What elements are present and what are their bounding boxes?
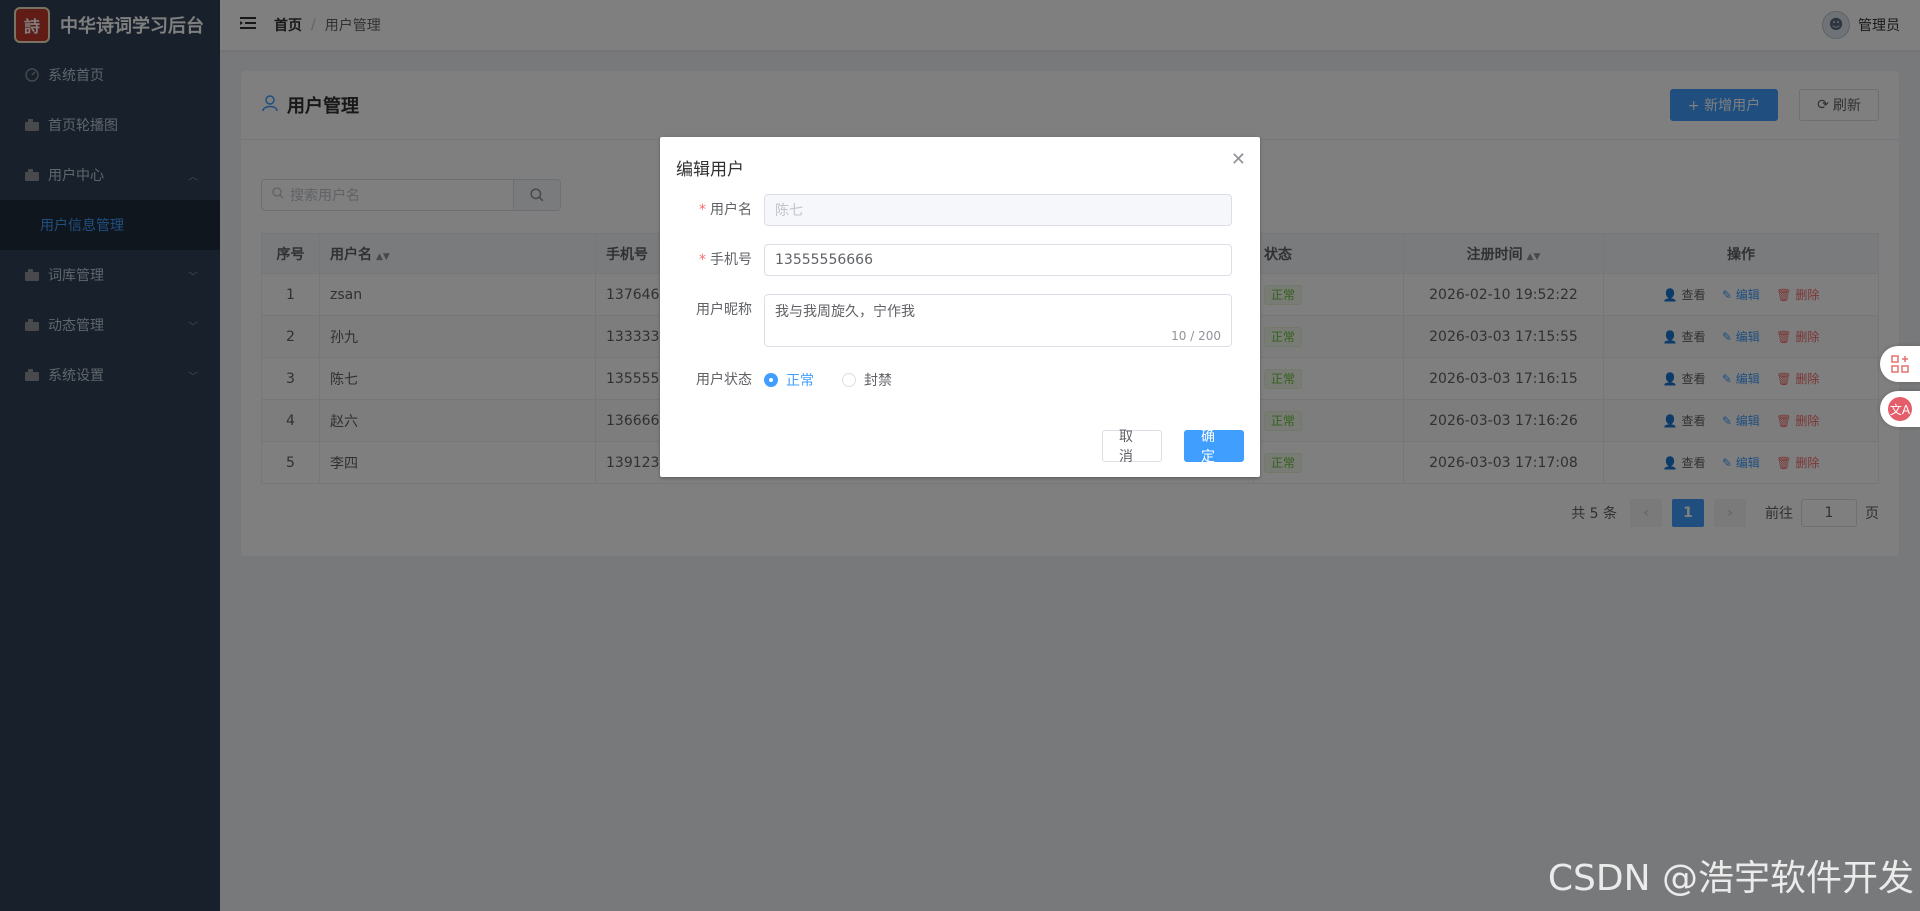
cancel-button[interactable]: 取消 [1102, 429, 1162, 465]
translate-icon: 文A [1888, 397, 1912, 421]
status-radio-banned[interactable]: 封禁 [842, 370, 892, 390]
dialog-title: 编辑用户 [676, 160, 744, 180]
apps-icon [1891, 355, 1909, 373]
status-label: 用户状态 [696, 372, 752, 388]
status-radio-normal[interactable]: 正常 [764, 370, 814, 390]
close-icon[interactable]: ✕ [1231, 149, 1246, 170]
nickname-value: 我与我周旋久，宁作我 [775, 304, 915, 320]
radio-label: 正常 [786, 373, 814, 389]
watermark: CSDN @浩宇软件开发 [1547, 858, 1914, 899]
username-label: * 用户名 [699, 202, 752, 218]
confirm-button[interactable]: 确定 [1184, 429, 1244, 465]
phone-label: * 手机号 [699, 252, 752, 268]
status-radio-group: 正常 封禁 [764, 364, 920, 396]
edit-user-dialog: 编辑用户 ✕ * 用户名 陈七 * 手机号 13555556666 用户昵称 我与我… [660, 137, 1260, 477]
nickname-field[interactable]: 我与我周旋久，宁作我 10 / 200 [764, 294, 1232, 347]
floating-translate-button[interactable]: 文A [1880, 391, 1920, 427]
radio-label: 封禁 [864, 373, 892, 389]
form-row-nickname: 用户昵称 我与我周旋久，宁作我 10 / 200 [660, 294, 1260, 347]
radio-dot [764, 373, 778, 387]
form-row-status: 用户状态 正常 封禁 [660, 364, 1260, 396]
phone-field[interactable]: 13555556666 [764, 244, 1232, 276]
char-counter: 10 / 200 [1171, 329, 1221, 343]
form-row-username: * 用户名 陈七 [660, 194, 1260, 226]
radio-dot [842, 373, 856, 387]
floating-apps-button[interactable] [1880, 346, 1920, 382]
username-field: 陈七 [764, 194, 1232, 226]
nickname-label: 用户昵称 [696, 302, 752, 318]
form-row-phone: * 手机号 13555556666 [660, 244, 1260, 276]
